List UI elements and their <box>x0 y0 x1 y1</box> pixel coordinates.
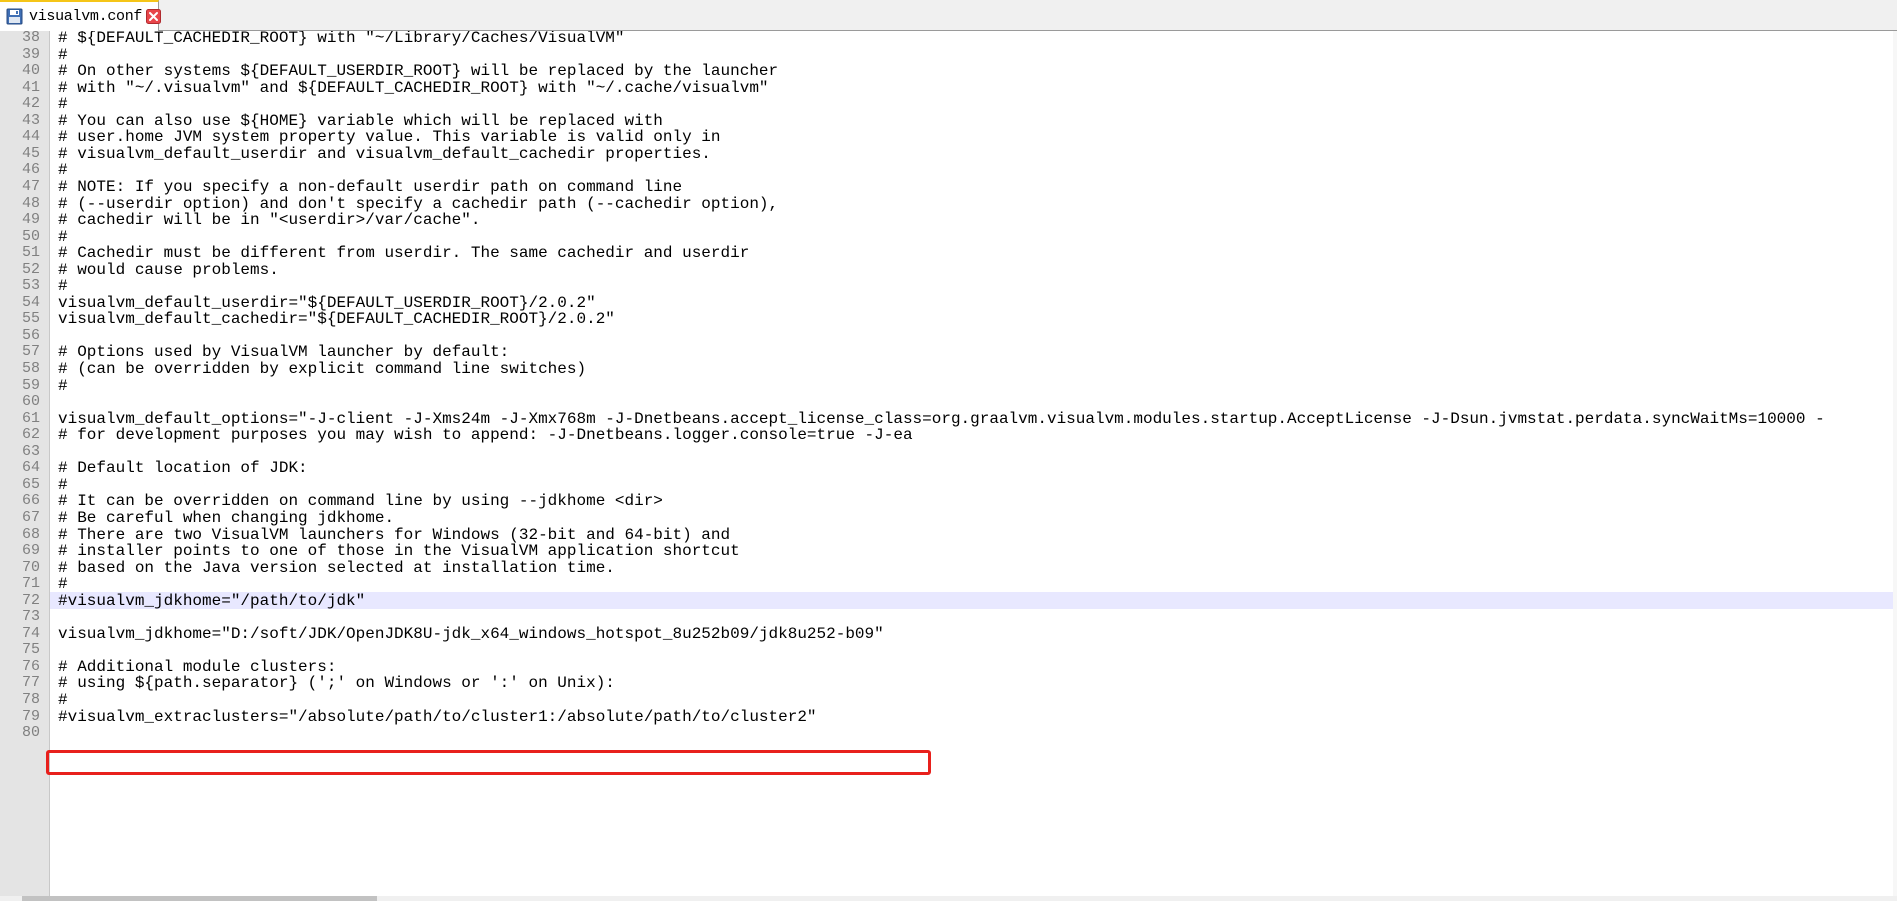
horizontal-scrollbar-thumb[interactable] <box>22 896 377 901</box>
code-line[interactable]: # would cause problems. <box>58 260 279 280</box>
code-line[interactable]: # ${DEFAULT_CACHEDIR_ROOT} with "~/Libra… <box>58 31 625 48</box>
code-line[interactable]: # for development purposes you may wish … <box>58 425 913 445</box>
text-editor[interactable]: 38 39 40 41 42 43 44 45 46 47 48 49 50 51 52 53 54 55 56 57… <box>0 31 1897 896</box>
code-line[interactable]: # visualvm_default_userdir and visualvm_… <box>58 144 711 164</box>
close-icon[interactable] <box>146 9 162 24</box>
code-line[interactable]: # based on the Java version selected at … <box>58 558 615 578</box>
code-line[interactable]: # with "~/.visualvm" and ${DEFAULT_CACHE… <box>58 78 769 98</box>
vertical-scrollbar[interactable] <box>1893 31 1897 896</box>
line-number: 80 <box>21 724 40 742</box>
code-line[interactable]: # <box>58 376 68 396</box>
line-number-gutter: 38 39 40 41 42 43 44 45 46 47 48 49 50 51 52 53 54 55 56 57… <box>0 31 50 896</box>
code-line[interactable]: #visualvm_extraclusters="/absolute/path/… <box>58 707 817 727</box>
code-line[interactable]: # cachedir will be in "<userdir>/var/cac… <box>58 210 480 230</box>
code-line[interactable]: visualvm_jdkhome="D:/soft/JDK/OpenJDK8U-… <box>58 624 884 644</box>
code-line[interactable]: # Default location of JDK: <box>58 458 308 478</box>
code-line[interactable]: # using ${path.separator} (';' on Window… <box>58 673 615 693</box>
code-line[interactable]: # (can be overridden by explicit command… <box>58 359 586 379</box>
file-tab[interactable]: visualvm.conf <box>0 0 162 31</box>
horizontal-scrollbar[interactable] <box>0 896 1897 901</box>
code-line[interactable]: visualvm_default_cachedir="${DEFAULT_CAC… <box>58 309 615 329</box>
tab-bar: visualvm.conf <box>0 0 1897 31</box>
tab-filename: visualvm.conf <box>29 8 143 25</box>
floppy-disk-icon <box>6 8 23 25</box>
annotation-highlight-box <box>46 750 931 775</box>
code-line[interactable]: #visualvm_jdkhome="/path/to/jdk" <box>58 591 365 611</box>
